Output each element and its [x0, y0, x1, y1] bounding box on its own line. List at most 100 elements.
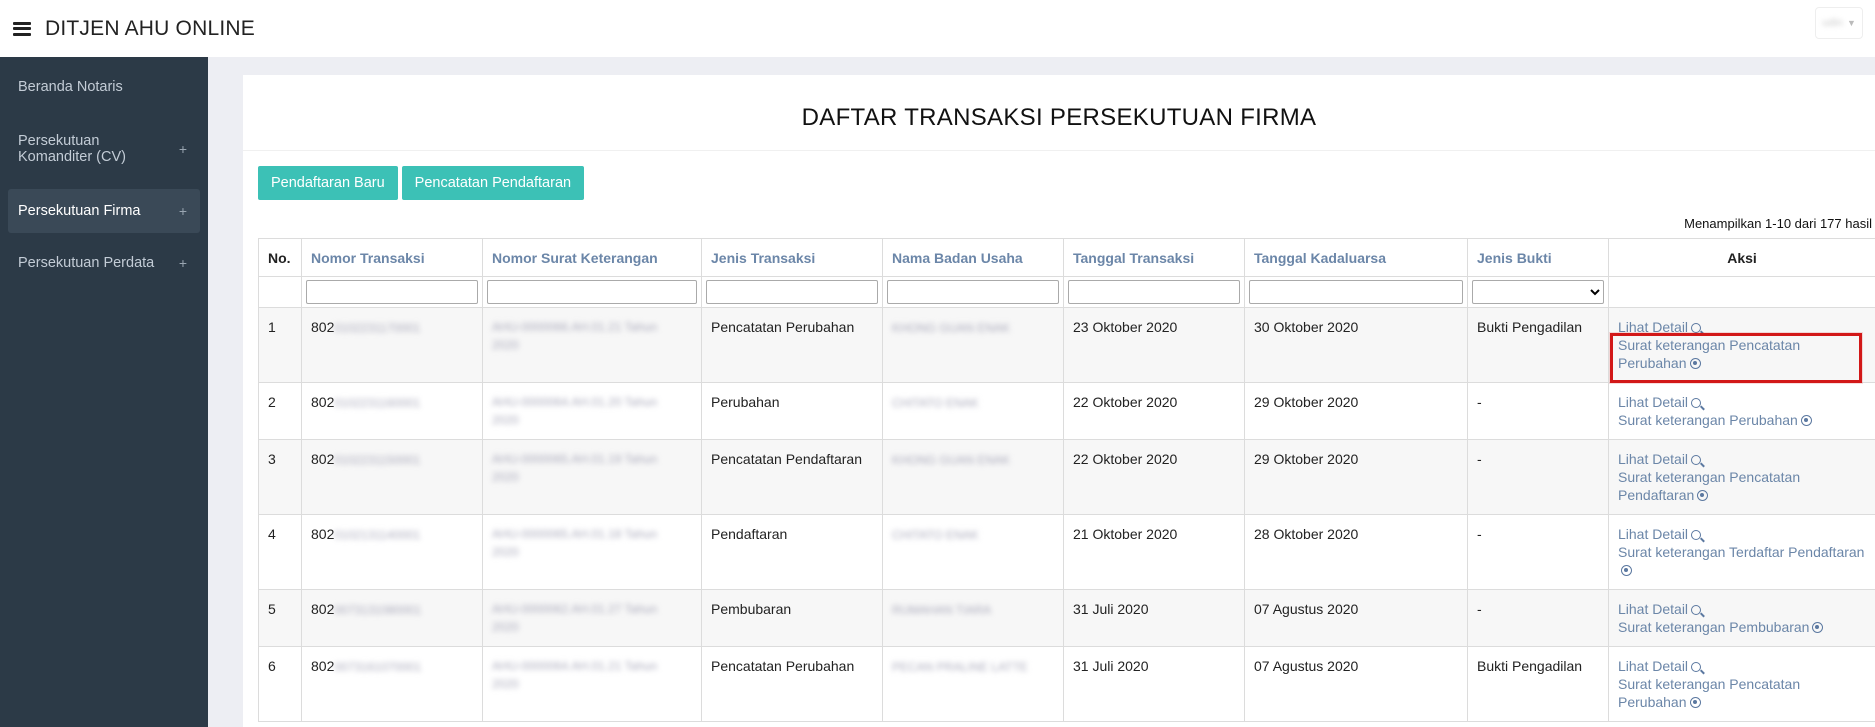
- column-header-tanggal-transaksi[interactable]: Tanggal Transaksi: [1063, 238, 1245, 277]
- surat-keterangan-link[interactable]: Surat keterangan Pencatatan Pendaftaran: [1618, 468, 1866, 504]
- cell-nama-badan: RUMAHAN TIARA: [882, 589, 1064, 647]
- chevron-down-icon: ▼: [1846, 18, 1856, 28]
- search-icon: [1691, 530, 1702, 540]
- download-icon: [1689, 697, 1701, 708]
- card-header: DAFTAR TRANSAKSI PERSEKUTUAN FIRMA: [243, 75, 1875, 151]
- pendaftaran-baru-button[interactable]: Pendaftaran Baru: [258, 166, 398, 200]
- surat-keterangan-label: Surat keterangan Pencatatan Pendaftaran: [1618, 469, 1801, 503]
- lihat-detail-link[interactable]: Lihat Detail: [1618, 318, 1866, 336]
- cell-no: 5: [258, 589, 302, 647]
- lihat-detail-link[interactable]: Lihat Detail: [1618, 525, 1866, 543]
- cell-tanggal-kadaluarsa: 07 Agustus 2020: [1244, 589, 1468, 647]
- hamburger-menu-icon[interactable]: [13, 21, 31, 36]
- action-buttons: Pendaftaran Baru Pencatatan Pendaftaran: [258, 166, 585, 200]
- column-header-jenis-transaksi[interactable]: Jenis Transaksi: [701, 238, 883, 277]
- lihat-detail-label: Lihat Detail: [1618, 319, 1689, 335]
- table-body: 1 8020102231170001 AHU-0000066.AH.01.21 Ta…: [258, 307, 1875, 722]
- nomor-surat-masked-line2: 2020: [492, 677, 519, 691]
- surat-keterangan-link[interactable]: Surat keterangan Pencatatan Perubahan: [1618, 675, 1866, 711]
- nomor-transaksi-masked: 0102231170001: [334, 321, 421, 335]
- plus-icon: +: [178, 255, 187, 271]
- nama-badan-masked: KHONG GUAN ENAK: [892, 321, 1011, 335]
- surat-keterangan-label: Surat keterangan Pencatatan Perubahan: [1618, 676, 1801, 710]
- download-icon: [1697, 490, 1709, 501]
- filter-nomor-surat-input[interactable]: [487, 280, 697, 304]
- sidebar-item-persekutuan-perdata[interactable]: Persekutuan Perdata +: [8, 241, 200, 285]
- cell-no: 6: [258, 646, 302, 722]
- cell-nama-badan: KHONG GUAN ENAK: [882, 307, 1064, 383]
- cell-tanggal-kadaluarsa: 30 Oktober 2020: [1244, 307, 1468, 383]
- nomor-surat-masked-line2: 2020: [492, 413, 519, 427]
- filter-jenis-bukti-select[interactable]: [1472, 280, 1604, 304]
- cell-tanggal-transaksi: 31 Juli 2020: [1063, 646, 1245, 722]
- lihat-detail-link[interactable]: Lihat Detail: [1618, 657, 1866, 675]
- nomor-surat-masked-line1: AHU-0000064.AH.01.21 Tahun: [492, 659, 658, 673]
- filter-tanggal-transaksi-input[interactable]: [1068, 280, 1240, 304]
- cell-no: 4: [258, 514, 302, 590]
- table-row: 6 8020073161070001 AHU-0000064.AH.01.21 Ta…: [258, 646, 1875, 722]
- lihat-detail-link[interactable]: Lihat Detail: [1618, 600, 1866, 618]
- user-dropdown[interactable]: udin ▼: [1815, 7, 1863, 39]
- cell-tanggal-transaksi: 21 Oktober 2020: [1063, 514, 1245, 590]
- table-row: 4 8020102131140001 AHU-0000065.AH.01.18 Ta…: [258, 514, 1875, 590]
- search-icon: [1691, 455, 1702, 465]
- lihat-detail-link[interactable]: Lihat Detail: [1618, 450, 1866, 468]
- cell-nomor-surat: AHU-0000064.AH.01.21 Tahun 2020: [482, 646, 702, 722]
- result-count: Menampilkan 1-10 dari 177 hasil: [1684, 216, 1872, 231]
- cell-nomor-surat: AHU-0000064.AH.01.20 Tahun 2020: [482, 382, 702, 440]
- cell-jenis-bukti: -: [1467, 439, 1609, 515]
- surat-keterangan-link[interactable]: Surat keterangan Terdaftar Pendaftaran: [1618, 543, 1866, 579]
- nomor-surat-masked-line2: 2020: [492, 620, 519, 634]
- sidebar-item-persekutuan-komanditer[interactable]: Persekutuan Komanditer (CV) +: [8, 117, 200, 181]
- column-header-tanggal-kadaluarsa[interactable]: Tanggal Kadaluarsa: [1244, 238, 1468, 277]
- column-header-nomor-surat[interactable]: Nomor Surat Keterangan: [482, 238, 702, 277]
- sidebar-item-persekutuan-firma[interactable]: Persekutuan Firma +: [8, 189, 200, 233]
- column-header-jenis-bukti[interactable]: Jenis Bukti: [1467, 238, 1609, 277]
- filter-nama-badan-input[interactable]: [887, 280, 1059, 304]
- sidebar-item-label: Persekutuan Komanditer (CV): [18, 133, 126, 165]
- column-header-nomor-transaksi[interactable]: Nomor Transaksi: [301, 238, 483, 277]
- cell-nama-badan: KHONG GUAN ENAK: [882, 439, 1064, 515]
- surat-keterangan-link[interactable]: Surat keterangan Perubahan: [1618, 411, 1866, 429]
- lihat-detail-link[interactable]: Lihat Detail: [1618, 393, 1866, 411]
- nomor-surat-masked-line1: AHU-0000066.AH.01.21 Tahun: [492, 320, 658, 334]
- lihat-detail-label: Lihat Detail: [1618, 526, 1689, 542]
- column-header-nama-badan[interactable]: Nama Badan Usaha: [882, 238, 1064, 277]
- filter-cell-empty: [258, 276, 302, 308]
- cell-jenis-transaksi: Pendaftaran: [701, 514, 883, 590]
- filter-nomor-transaksi-input[interactable]: [306, 280, 478, 304]
- filter-row: [258, 276, 1875, 308]
- surat-keterangan-link[interactable]: Surat keterangan Pembubaran: [1618, 618, 1866, 636]
- nomor-transaksi-masked: 0102231160001: [334, 396, 421, 410]
- cell-tanggal-transaksi: 23 Oktober 2020: [1063, 307, 1245, 383]
- nama-badan-masked: CHITATO ENAK: [892, 528, 979, 542]
- lihat-detail-label: Lihat Detail: [1618, 451, 1689, 467]
- filter-jenis-transaksi-input[interactable]: [706, 280, 878, 304]
- cell-jenis-transaksi: Pembubaran: [701, 589, 883, 647]
- search-icon: [1691, 662, 1702, 672]
- pencatatan-pendaftaran-button[interactable]: Pencatatan Pendaftaran: [401, 166, 585, 200]
- cell-tanggal-kadaluarsa: 28 Oktober 2020: [1244, 514, 1468, 590]
- cell-tanggal-kadaluarsa: 29 Oktober 2020: [1244, 382, 1468, 440]
- sidebar-item-label: Persekutuan Perdata: [18, 255, 155, 271]
- nomor-transaksi-prefix: 802: [311, 394, 335, 410]
- surat-keterangan-label: Surat keterangan Pembubaran: [1618, 619, 1810, 635]
- app-title: DITJEN AHU ONLINE: [45, 16, 255, 40]
- surat-keterangan-link[interactable]: Surat keterangan Pencatatan Perubahan: [1618, 336, 1866, 372]
- cell-jenis-bukti: Bukti Pengadilan: [1467, 307, 1609, 383]
- sidebar: Beranda Notaris Persekutuan Komanditer (…: [0, 57, 208, 727]
- user-name: udin: [1822, 17, 1843, 29]
- nomor-surat-masked-line2: 2020: [492, 545, 519, 559]
- surat-keterangan-label: Surat keterangan Pencatatan Perubahan: [1618, 337, 1801, 371]
- filter-tanggal-kadaluarsa-input[interactable]: [1249, 280, 1463, 304]
- cell-nomor-transaksi: 8020073161070001: [301, 646, 483, 722]
- sidebar-item-beranda-notaris[interactable]: Beranda Notaris: [8, 65, 200, 109]
- cell-jenis-transaksi: Pencatatan Pendaftaran: [701, 439, 883, 515]
- nomor-transaksi-masked: 0073161070001: [334, 660, 422, 674]
- cell-aksi: Lihat Detail Surat keterangan Pencatatan …: [1608, 307, 1875, 383]
- search-icon: [1691, 323, 1702, 333]
- nomor-transaksi-prefix: 802: [311, 319, 335, 335]
- table-row: 5 8020073131080001 AHU-0000062.AH.01.27 Ta…: [258, 589, 1875, 647]
- cell-nomor-transaksi: 8020102131140001: [301, 514, 483, 590]
- sidebar-item-label: Persekutuan Firma: [18, 203, 141, 219]
